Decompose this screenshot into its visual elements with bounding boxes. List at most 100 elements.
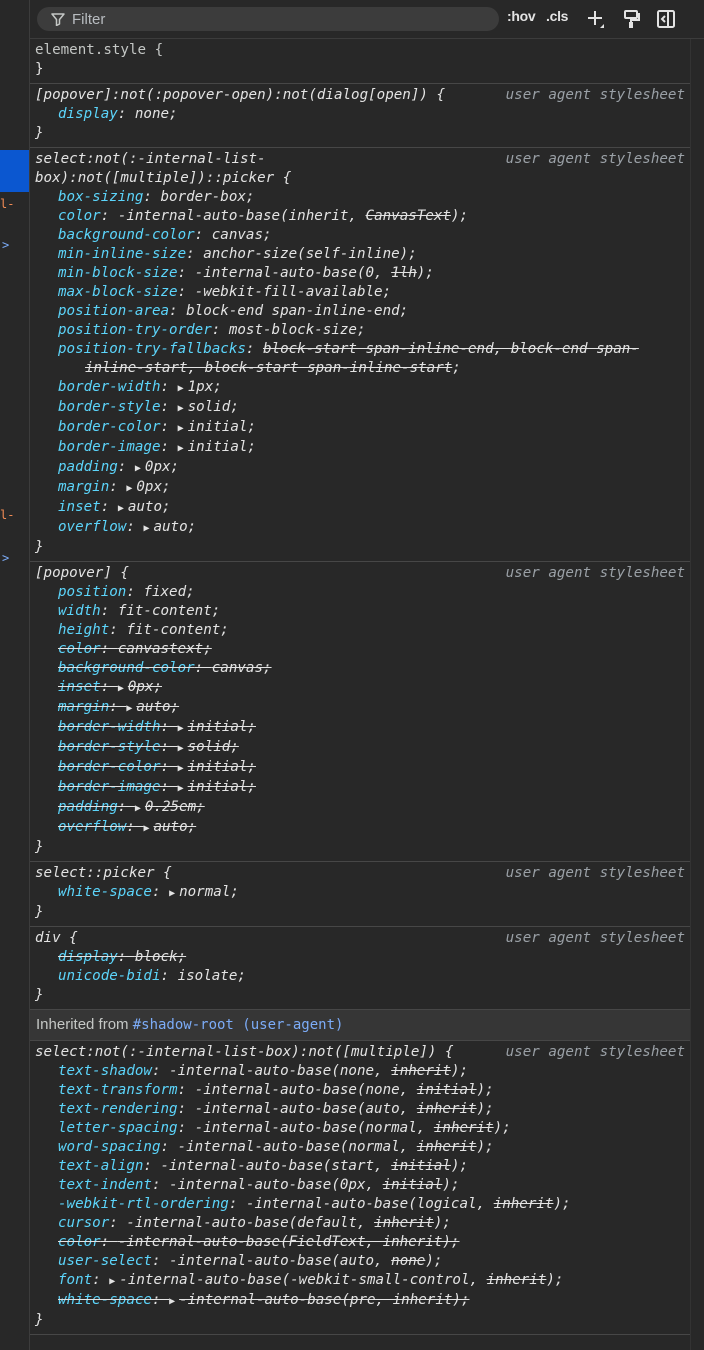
css-property-value[interactable]: 0px; <box>145 459 179 475</box>
css-property-name[interactable]: border-style <box>58 399 161 415</box>
css-property-name[interactable]: border-image <box>58 439 161 455</box>
css-property-value[interactable]: border-box; <box>161 189 255 205</box>
css-property-value[interactable]: ); <box>477 1101 494 1117</box>
css-property-value[interactable]: auto; <box>128 499 171 515</box>
css-declaration[interactable]: text-indent: -internal-auto-base(0px, in… <box>35 1176 685 1195</box>
css-declaration[interactable]: white-space: ▶ -internal-auto-base(pre, i… <box>35 1291 685 1311</box>
css-declaration[interactable]: border-style: ▶ solid; <box>35 398 685 418</box>
gutter-expand-arrow[interactable]: > <box>2 238 9 252</box>
css-property-value[interactable]: auto; <box>136 699 179 715</box>
css-declaration[interactable]: padding: ▶ 0.25em; <box>35 798 685 818</box>
css-property-name[interactable]: inset <box>58 679 101 695</box>
css-property-name[interactable]: min-block-size <box>58 265 178 281</box>
toggle-sidebar-icon[interactable] <box>655 8 677 30</box>
css-property-name[interactable]: font <box>58 1272 92 1288</box>
css-declaration[interactable]: -webkit-rtl-ordering: -internal-auto-bas… <box>35 1195 685 1214</box>
css-declaration[interactable]: word-spacing: -internal-auto-base(normal… <box>35 1138 685 1157</box>
css-property-value[interactable]: auto; <box>153 519 196 535</box>
gutter-expand-arrow[interactable]: > <box>2 551 9 565</box>
css-property-value[interactable]: -internal-auto-base(start, <box>161 1158 392 1174</box>
css-property-name[interactable]: unicode-bidi <box>58 968 161 984</box>
css-property-value[interactable]: fixed; <box>143 584 194 600</box>
css-property-value[interactable]: initial; <box>188 759 256 775</box>
css-property-value[interactable]: solid; <box>188 399 239 415</box>
css-declaration[interactable]: margin: ▶ 0px; <box>35 478 685 498</box>
filter-box[interactable] <box>37 7 499 31</box>
filter-input[interactable] <box>72 10 452 28</box>
css-declaration[interactable]: border-width: ▶ 1px; <box>35 378 685 398</box>
css-declaration[interactable]: overflow: ▶ auto; <box>35 518 685 538</box>
css-property-value[interactable]: -internal-auto-base(default, <box>126 1215 374 1231</box>
css-property-name[interactable]: box-sizing <box>58 189 143 205</box>
expand-triangle-icon[interactable]: ▶ <box>135 459 141 478</box>
css-property-value[interactable]: normal; <box>179 884 239 900</box>
css-declaration[interactable]: position: fixed; <box>35 583 685 602</box>
css-declaration[interactable]: background-color: canvas; <box>35 659 685 678</box>
css-property-name[interactable]: border-color <box>58 759 161 775</box>
css-property-value[interactable]: ); <box>442 1177 459 1193</box>
css-declaration[interactable]: letter-spacing: -internal-auto-base(norm… <box>35 1119 685 1138</box>
css-property-value[interactable]: anchor-size(self-inline); <box>203 246 417 262</box>
css-property-value[interactable]: ); <box>425 1253 442 1269</box>
css-property-value[interactable]: -internal-auto-base(normal, <box>178 1139 417 1155</box>
shadow-root-link[interactable]: #shadow-root (user-agent) <box>133 1017 344 1033</box>
css-property-value[interactable]: block-end span-inline-end; <box>186 303 408 319</box>
css-declaration[interactable]: text-transform: -internal-auto-base(none… <box>35 1081 685 1100</box>
expand-triangle-icon[interactable]: ▶ <box>135 799 141 818</box>
css-property-value[interactable]: ); <box>417 265 434 281</box>
expand-triangle-icon[interactable]: ▶ <box>143 819 149 838</box>
css-declaration[interactable]: display: none; <box>35 105 685 124</box>
css-property-value[interactable]: -internal-auto-base(pre, inherit); <box>179 1292 469 1308</box>
expand-triangle-icon[interactable]: ▶ <box>178 439 184 458</box>
css-property-value[interactable]: -internal-auto-base(none, <box>169 1063 391 1079</box>
css-property-value[interactable]: initial; <box>188 439 256 455</box>
expand-triangle-icon[interactable]: ▶ <box>118 679 124 698</box>
css-property-value[interactable]: auto; <box>153 819 196 835</box>
css-property-value[interactable]: ); <box>434 1215 451 1231</box>
css-property-value[interactable]: ); <box>451 208 468 224</box>
css-property-name[interactable]: height <box>58 622 109 638</box>
css-property-value[interactable]: 0px; <box>136 479 170 495</box>
css-declaration[interactable]: position-try-fallbacks: block-start span… <box>35 340 685 378</box>
expand-triangle-icon[interactable]: ▶ <box>143 519 149 538</box>
css-property-value[interactable]: none; <box>135 106 178 122</box>
css-property-value[interactable]: isolate; <box>178 968 246 984</box>
css-declaration[interactable]: margin: ▶ auto; <box>35 698 685 718</box>
css-property-name[interactable]: cursor <box>58 1215 109 1231</box>
css-declaration[interactable]: padding: ▶ 0px; <box>35 458 685 478</box>
expand-triangle-icon[interactable]: ▶ <box>178 739 184 758</box>
hov-button[interactable]: :hov <box>507 8 536 24</box>
css-property-value[interactable]: block; <box>135 949 186 965</box>
css-property-name[interactable]: border-width <box>58 719 161 735</box>
css-property-value[interactable]: ); <box>494 1120 511 1136</box>
css-property-name[interactable]: width <box>58 603 101 619</box>
css-property-value[interactable]: fit-content; <box>118 603 221 619</box>
css-property-name[interactable]: background-color <box>58 227 195 243</box>
css-declaration[interactable]: color: -internal-auto-base(FieldText, in… <box>35 1233 685 1252</box>
css-property-name[interactable]: margin <box>58 699 109 715</box>
css-property-name[interactable]: text-rendering <box>58 1101 178 1117</box>
css-property-name[interactable]: white-space <box>58 1292 152 1308</box>
css-property-value[interactable]: -internal-auto-base(logical, <box>246 1196 494 1212</box>
new-rule-plus-icon[interactable] <box>585 8 607 30</box>
css-declaration[interactable]: inset: ▶ 0px; <box>35 678 685 698</box>
css-declaration[interactable]: width: fit-content; <box>35 602 685 621</box>
expand-triangle-icon[interactable]: ▶ <box>169 1292 175 1311</box>
css-property-name[interactable]: display <box>58 106 118 122</box>
css-declaration[interactable]: position-area: block-end span-inline-end… <box>35 302 685 321</box>
css-declaration[interactable]: inset: ▶ auto; <box>35 498 685 518</box>
css-declaration[interactable]: min-block-size: -internal-auto-base(0, 1… <box>35 264 685 283</box>
css-declaration[interactable]: border-image: ▶ initial; <box>35 778 685 798</box>
css-declaration[interactable]: overflow: ▶ auto; <box>35 818 685 838</box>
css-property-value[interactable]: initial; <box>188 719 256 735</box>
expand-triangle-icon[interactable]: ▶ <box>178 779 184 798</box>
css-declaration[interactable]: border-width: ▶ initial; <box>35 718 685 738</box>
css-declaration[interactable]: color: -internal-auto-base(inherit, Canv… <box>35 207 685 226</box>
css-property-value[interactable]: 1px; <box>188 379 222 395</box>
css-property-value[interactable]: -internal-auto-base(none, <box>195 1082 417 1098</box>
css-property-name[interactable]: position-try-fallbacks <box>58 341 246 357</box>
expand-triangle-icon[interactable]: ▶ <box>169 884 175 903</box>
css-property-name[interactable]: text-transform <box>58 1082 178 1098</box>
css-property-name[interactable]: display <box>58 949 118 965</box>
css-property-name[interactable]: margin <box>58 479 109 495</box>
